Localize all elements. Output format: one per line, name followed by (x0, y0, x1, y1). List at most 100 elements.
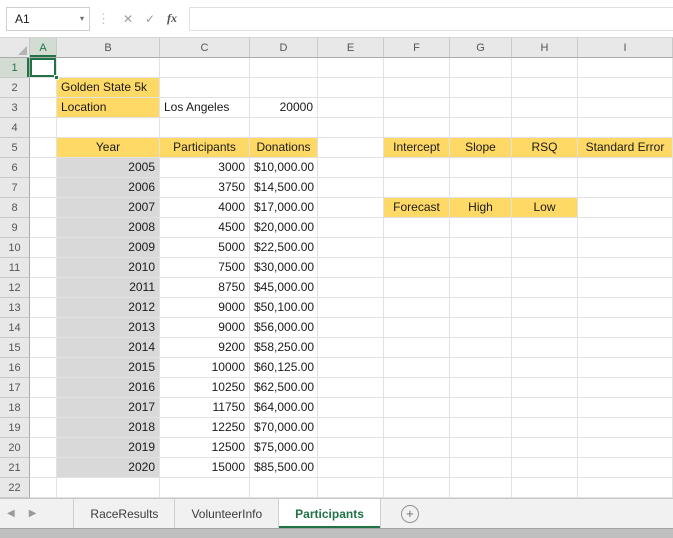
cell-D11[interactable]: $30,000.00 (250, 258, 318, 278)
cell-I18[interactable] (578, 398, 673, 418)
column-header-E[interactable]: E (318, 38, 384, 58)
cell-E3[interactable] (318, 98, 384, 118)
cell-B18[interactable]: 2017 (57, 398, 160, 418)
cell-G17[interactable] (450, 378, 512, 398)
row-header-4[interactable]: 4 (0, 118, 30, 138)
cell-C14[interactable]: 9000 (160, 318, 250, 338)
cell-B21[interactable]: 2020 (57, 458, 160, 478)
cell-B12[interactable]: 2011 (57, 278, 160, 298)
chevron-down-icon[interactable]: ▾ (80, 14, 84, 23)
cell-I16[interactable] (578, 358, 673, 378)
cell-C3[interactable]: Los Angeles (160, 98, 250, 118)
column-header-I[interactable]: I (578, 38, 673, 58)
cell-G19[interactable] (450, 418, 512, 438)
cell-D21[interactable]: $85,500.00 (250, 458, 318, 478)
cell-D14[interactable]: $56,000.00 (250, 318, 318, 338)
cell-A1[interactable] (30, 58, 59, 80)
tabs-scroll-right-icon[interactable]: ▶ (22, 508, 44, 519)
cell-C21[interactable]: 15000 (160, 458, 250, 478)
cell-H6[interactable] (512, 158, 578, 178)
cell-F4[interactable] (384, 118, 450, 138)
cell-D22[interactable] (250, 478, 318, 498)
row-header-7[interactable]: 7 (0, 178, 30, 198)
cell-B10[interactable]: 2009 (57, 238, 160, 258)
cell-D10[interactable]: $22,500.00 (250, 238, 318, 258)
cell-C18[interactable]: 11750 (160, 398, 250, 418)
cell-D4[interactable] (250, 118, 318, 138)
cell-G21[interactable] (450, 458, 512, 478)
cell-D3[interactable]: 20000 (250, 98, 318, 118)
cell-C1[interactable] (160, 58, 250, 78)
insert-function-icon[interactable]: fx (161, 11, 183, 26)
cell-B14[interactable]: 2013 (57, 318, 160, 338)
cell-H21[interactable] (512, 458, 578, 478)
cell-B22[interactable] (57, 478, 160, 498)
cell-H7[interactable] (512, 178, 578, 198)
cell-C5[interactable]: Participants (160, 138, 250, 158)
cell-I14[interactable] (578, 318, 673, 338)
cell-H2[interactable] (512, 78, 578, 98)
cell-A20[interactable] (30, 438, 57, 458)
cell-E17[interactable] (318, 378, 384, 398)
new-sheet-button[interactable]: + (400, 504, 419, 523)
cell-H16[interactable] (512, 358, 578, 378)
cell-B6[interactable]: 2005 (57, 158, 160, 178)
row-header-1[interactable]: 1 (0, 58, 30, 78)
row-header-20[interactable]: 20 (0, 438, 30, 458)
cell-E5[interactable] (318, 138, 384, 158)
cell-I19[interactable] (578, 418, 673, 438)
cell-D20[interactable]: $75,000.00 (250, 438, 318, 458)
column-header-B[interactable]: B (57, 38, 160, 58)
cell-G6[interactable] (450, 158, 512, 178)
cell-I9[interactable] (578, 218, 673, 238)
cell-C4[interactable] (160, 118, 250, 138)
column-header-A[interactable]: A (30, 38, 57, 58)
cell-C16[interactable]: 10000 (160, 358, 250, 378)
cell-E21[interactable] (318, 458, 384, 478)
cell-F14[interactable] (384, 318, 450, 338)
cell-I12[interactable] (578, 278, 673, 298)
cell-H8[interactable]: Low (512, 198, 578, 218)
cell-B8[interactable]: 2007 (57, 198, 160, 218)
cell-C7[interactable]: 3750 (160, 178, 250, 198)
cell-C15[interactable]: 9200 (160, 338, 250, 358)
cell-A19[interactable] (30, 418, 57, 438)
tabs-scroll-left-icon[interactable]: ◀ (0, 508, 22, 519)
row-header-18[interactable]: 18 (0, 398, 30, 418)
cell-D5[interactable]: Donations (250, 138, 318, 158)
cell-E8[interactable] (318, 198, 384, 218)
cell-H14[interactable] (512, 318, 578, 338)
cell-G22[interactable] (450, 478, 512, 498)
cell-D16[interactable]: $60,125.00 (250, 358, 318, 378)
cell-I1[interactable] (578, 58, 673, 78)
cell-G18[interactable] (450, 398, 512, 418)
cell-C19[interactable]: 12250 (160, 418, 250, 438)
cell-A16[interactable] (30, 358, 57, 378)
cell-A15[interactable] (30, 338, 57, 358)
cell-F11[interactable] (384, 258, 450, 278)
cell-A10[interactable] (30, 238, 57, 258)
cell-I7[interactable] (578, 178, 673, 198)
cell-A21[interactable] (30, 458, 57, 478)
cell-G4[interactable] (450, 118, 512, 138)
cell-E19[interactable] (318, 418, 384, 438)
name-box[interactable]: A1 ▾ (6, 6, 90, 31)
cell-H20[interactable] (512, 438, 578, 458)
cell-B2[interactable]: Golden State 5k (57, 78, 160, 98)
cell-B20[interactable]: 2019 (57, 438, 160, 458)
cell-I22[interactable] (578, 478, 673, 498)
cell-B19[interactable]: 2018 (57, 418, 160, 438)
cell-F5[interactable]: Intercept (384, 138, 450, 158)
cell-D1[interactable] (250, 58, 318, 78)
row-header-12[interactable]: 12 (0, 278, 30, 298)
cell-I4[interactable] (578, 118, 673, 138)
select-all-corner[interactable] (0, 38, 30, 58)
cell-I11[interactable] (578, 258, 673, 278)
cell-H9[interactable] (512, 218, 578, 238)
cell-D17[interactable]: $62,500.00 (250, 378, 318, 398)
cell-E2[interactable] (318, 78, 384, 98)
cell-H13[interactable] (512, 298, 578, 318)
row-header-6[interactable]: 6 (0, 158, 30, 178)
column-header-D[interactable]: D (250, 38, 318, 58)
cell-B7[interactable]: 2006 (57, 178, 160, 198)
